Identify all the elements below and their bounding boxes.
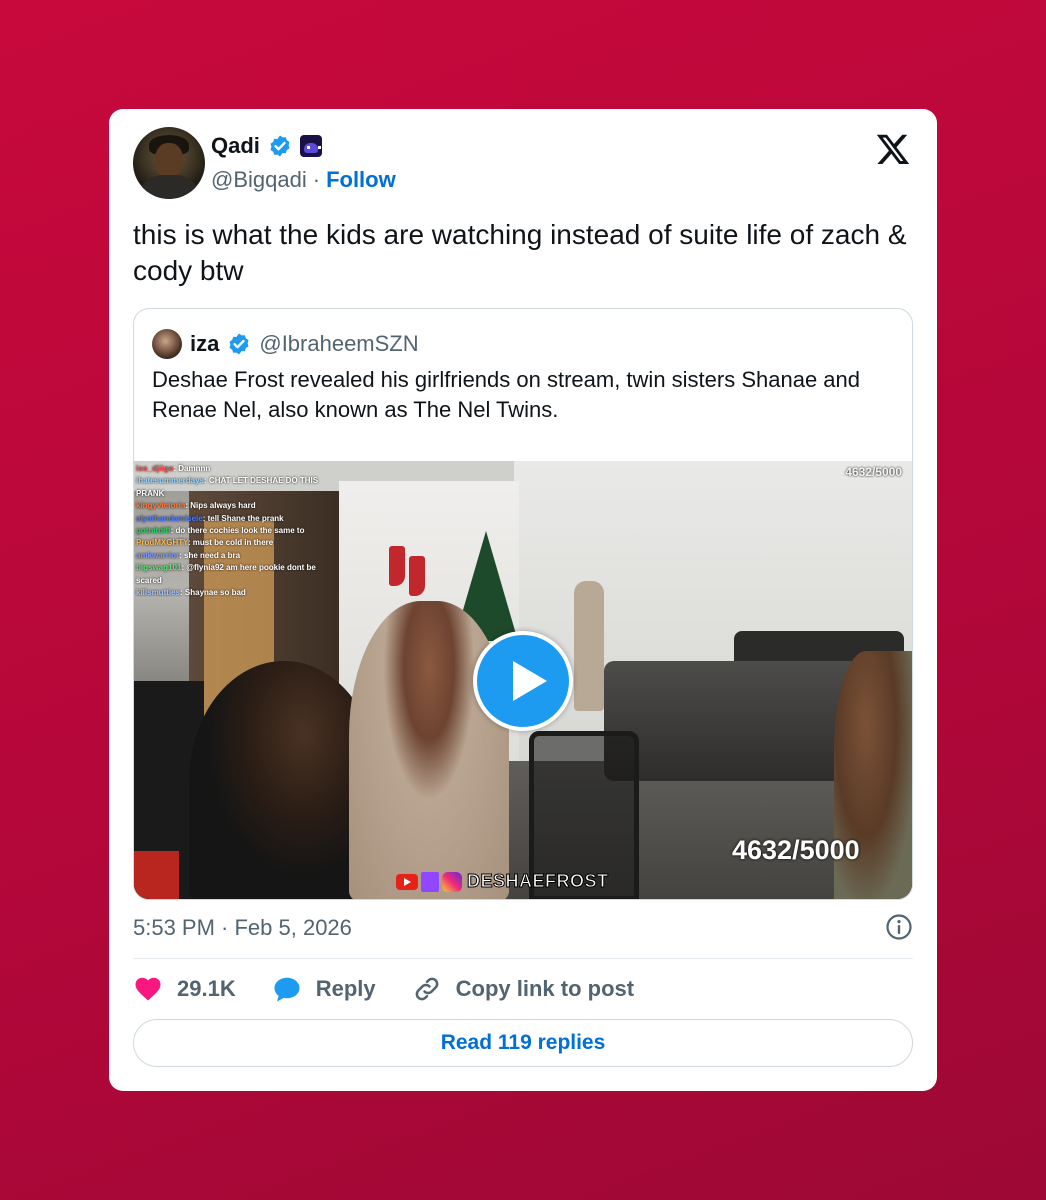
chat-username: aiyathandamisele [136,513,203,523]
tweet-header: Qadi @Bigqadi · Follow [133,127,913,199]
chat-username: ihatesummerdays [136,476,205,486]
chat-text: : must be cold in there [187,538,274,548]
chat-username: bigswag101 [136,563,182,573]
chat-message: ihatesummerdays: CHAT LET DESHAE DO THIS… [136,475,326,500]
reply-bubble-icon [274,977,300,1002]
reply-button[interactable]: Reply [272,974,376,1004]
chat-message: kingyvictoria: Nips always hard [136,500,326,512]
chat-message: aiyathandamisele: tell Shane the prank [136,513,326,525]
chat-text: : Nips always hard [185,501,256,511]
author-handle-row: @Bigqadi · Follow [211,167,396,193]
like-button[interactable]: 29.1K [133,974,236,1004]
chat-username: amkwarrior [136,550,180,560]
chat-message: killsmutties: Shaynae so bad [136,587,326,599]
chat-message: ProdMXGHTY: must be cold in there [136,537,326,549]
tweet-text: this is what the kids are watching inste… [133,219,907,286]
quoted-text: Deshae Frost revealed his girlfriends on… [152,367,861,422]
chat-message: gotnitdiff: do there cochies look the sa… [136,525,326,537]
author-name[interactable]: Qadi [211,133,260,159]
chat-text: : she need a bra [179,550,241,560]
youtube-icon [396,873,418,890]
subscriber-counter-small: 4632/5000 [845,465,902,479]
quoted-name[interactable]: iza [190,331,219,357]
author-avatar[interactable] [133,127,205,199]
read-replies-button[interactable]: Read 119 replies [133,1019,913,1067]
author-handle[interactable]: @Bigqadi [211,167,307,193]
reply-label: Reply [315,976,376,1001]
follow-button[interactable]: Follow [326,167,396,193]
copy-link-label: Copy link to post [455,976,635,1001]
quoted-handle[interactable]: @IbraheemSZN [259,331,418,357]
chat-message: bigswag101: @flynia92 am here pookie don… [136,562,326,587]
watermark-text: DESHAEFROST [467,871,609,892]
play-button-icon[interactable] [473,631,573,731]
chat-text: : Damnnn [173,464,211,473]
chat-username: gotnitdiff [136,526,171,536]
affiliate-badge-icon [299,135,322,157]
chat-message: iso_djiigo: Damnnn [136,463,326,475]
subscriber-counter-large: 4632/5000 [732,835,860,865]
quoted-verified-badge-icon [229,333,249,355]
video-player[interactable]: iso_djiigo: Damnnn ihatesummerdays: CHAT … [134,461,912,899]
chat-message: amkwarrior: she need a bra [136,550,326,562]
chat-username: iso_djiigo [136,464,174,473]
chat-username: kingyvictoria [136,501,186,511]
author-name-row: Qadi [211,133,322,159]
quoted-avatar[interactable] [152,329,182,359]
chat-username: ProdMXGHTY [136,538,188,548]
chat-text: : tell Shane the prank [202,513,284,523]
info-icon[interactable] [885,913,913,941]
handle-separator: · [312,167,321,192]
link-icon [415,977,438,1001]
action-bar: 29.1K Reply Copy link to post [133,973,670,1005]
tweet-timestamp[interactable]: 5:53 PM · Feb 5, 2026 [133,915,352,941]
instagram-icon [442,871,462,892]
twitch-icon [421,871,439,892]
stream-chat-overlay: iso_djiigo: Damnnn ihatesummerdays: CHAT … [136,463,326,599]
verified-badge-icon [270,135,290,157]
x-logo-icon[interactable] [875,131,911,167]
like-count: 29.1K [177,976,236,1001]
chat-text: : do there cochies look the same to [170,526,305,536]
streamer-watermark: DESHAEFROST [396,871,609,892]
copy-link-button[interactable]: Copy link to post [412,974,634,1004]
quoted-header: iza @IbraheemSZN [152,329,419,359]
divider [133,958,913,959]
chat-username: killsmutties [136,588,181,598]
chat-text: : Shaynae so bad [180,588,246,598]
heart-icon [135,977,161,1001]
tweet-card: Qadi @Bigqadi · Follow this is what the … [109,109,937,1091]
quoted-tweet[interactable]: iza @IbraheemSZN Deshae Frost revealed h… [133,308,913,900]
